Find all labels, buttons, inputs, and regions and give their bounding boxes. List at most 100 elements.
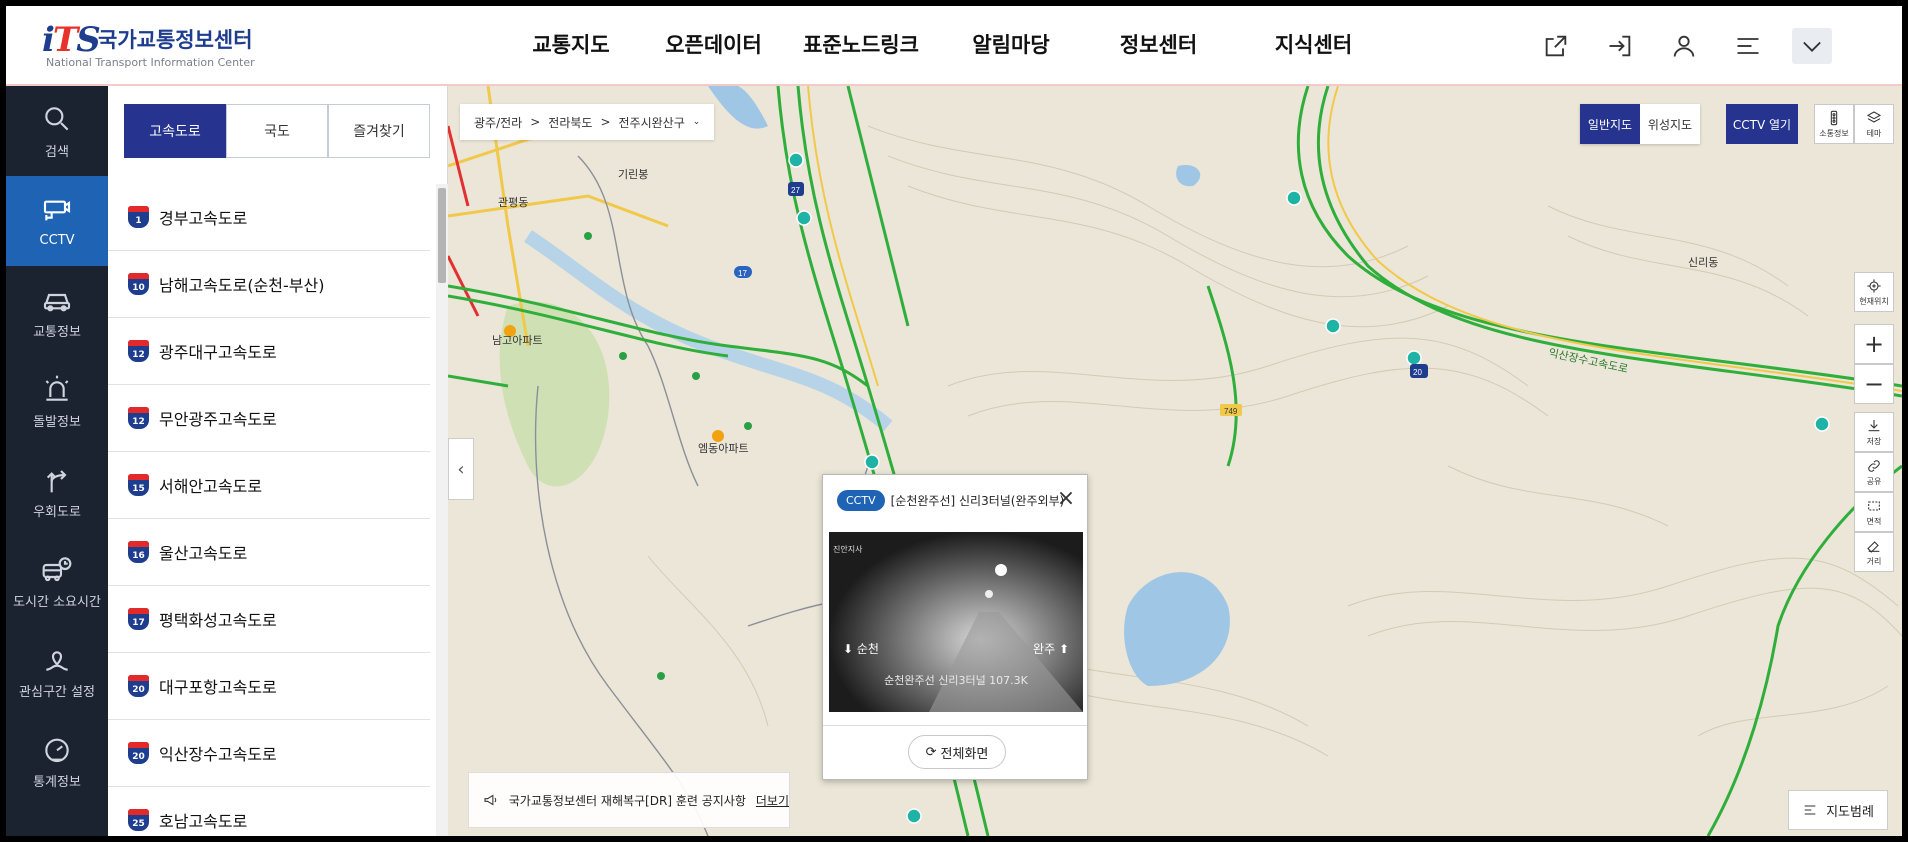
sidebar-item-label: 도시간 소요시간 (13, 594, 101, 610)
tool-label: 저장 (1866, 436, 1882, 446)
route-pin-icon (46, 650, 68, 671)
map-type-satellite[interactable]: 위성지도 (1640, 104, 1700, 144)
gauge-icon (45, 738, 69, 762)
expressway-shield-icon: 20 (128, 742, 149, 764)
current-location-tool[interactable]: 현재위치 (1854, 272, 1894, 312)
zoom-out-button[interactable]: − (1854, 364, 1894, 404)
chevron-down-icon[interactable] (1792, 28, 1832, 64)
list-item[interactable]: 15 서해안고속도로 (108, 452, 430, 519)
tab-national-road[interactable]: 국도 (226, 104, 328, 158)
external-link-icon[interactable] (1536, 28, 1576, 64)
popup-header: CCTV [순천완주선] 신리3터널(완주외부) × (837, 487, 1077, 513)
expressway-shield-icon: 12 (128, 407, 149, 429)
sidebar-item-detour[interactable]: 우회도로 (6, 446, 108, 536)
tool-label: 현재위치 (1859, 296, 1889, 306)
panel-collapse-button[interactable]: ‹ (448, 438, 474, 500)
breadcrumb-item[interactable]: 광주/전라 (474, 114, 522, 131)
sidebar-item-search[interactable]: 검색 (6, 86, 108, 176)
close-icon[interactable]: × (1055, 488, 1077, 511)
road-list-scrollbar[interactable] (436, 184, 448, 836)
list-item[interactable]: 10 남해고속도로(순천-부산) (108, 251, 430, 318)
sidebar-item-label: 관심구간 설정 (19, 684, 95, 700)
map-label: 엠동아파트 (698, 442, 749, 455)
area-tool[interactable]: 면적 (1854, 492, 1894, 532)
map-type-normal[interactable]: 일반지도 (1580, 104, 1640, 144)
sidebar-item-interest-section[interactable]: 관심구간 설정 (6, 626, 108, 716)
map-label: 기린봉 (618, 168, 648, 181)
ruler-icon (1867, 540, 1880, 553)
cctv-open-button[interactable]: CCTV 열기 (1726, 104, 1798, 144)
list-item[interactable]: 12 무안광주고속도로 (108, 385, 430, 452)
list-item[interactable]: 25 호남고속도로 (108, 787, 430, 836)
expressway-shield-icon: 10 (128, 273, 149, 295)
map-label: 20 (1413, 368, 1422, 377)
locate-icon (1867, 278, 1881, 293)
expressway-shield-icon: 16 (128, 541, 149, 563)
nav-notice[interactable]: 알림마당 (941, 6, 1081, 86)
sidebar-item-label: 검색 (45, 144, 69, 160)
expressway-shield-icon: 20 (128, 675, 149, 697)
sidebar-item-intercity-time[interactable]: 도시간 소요시간 (6, 536, 108, 626)
zoom-in-button[interactable]: + (1854, 324, 1894, 364)
fullscreen-button[interactable]: ⟳ 전체화면 (908, 735, 1006, 769)
theme-tool[interactable]: 테마 (1854, 104, 1894, 144)
user-icon[interactable] (1664, 28, 1704, 64)
traffic-info-tool[interactable]: 소통정보 (1814, 104, 1854, 144)
nav-info-center[interactable]: 정보센터 (1081, 6, 1236, 86)
sidebar-item-cctv[interactable]: CCTV (6, 176, 108, 266)
area-icon (1868, 500, 1880, 511)
road-name: 광주대구고속도로 (159, 343, 277, 362)
share-tool[interactable]: 공유 (1854, 452, 1894, 492)
map-canvas[interactable]: 관평동 남고아파트 엠동아파트 기린봉 신리동 749 17 27 20 익산장… (448, 86, 1902, 836)
sidebar-item-label: 통계정보 (33, 774, 81, 790)
nav-traffic-map[interactable]: 교통지도 (496, 6, 646, 86)
main-nav: 교통지도 오픈데이터 표준노드링크 알림마당 정보센터 지식센터 (496, 6, 1391, 86)
video-direction-left: ⬇ 순천 (843, 642, 879, 656)
breadcrumb-item[interactable]: 전라북도 (548, 114, 592, 131)
list-item[interactable]: 1 경부고속도로 (108, 184, 430, 251)
expressway-shield-icon: 17 (128, 608, 149, 630)
list-item[interactable]: 20 익산장수고속도로 (108, 720, 430, 787)
nav-standard-node-link[interactable]: 표준노드링크 (781, 6, 941, 86)
video-direction-right: 완주 ⬆ (1033, 642, 1069, 656)
detour-icon (46, 469, 67, 492)
list-item[interactable]: 17 평택화성고속도로 (108, 586, 430, 653)
road-name: 익산장수고속도로 (159, 745, 277, 764)
road-name: 무안광주고속도로 (159, 410, 277, 429)
chevron-down-icon[interactable]: ⌄ (693, 117, 701, 127)
notice-text: 국가교통정보센터 재해복구[DR] 훈련 공지사항 (508, 793, 746, 808)
sidebar-item-label: 우회도로 (33, 504, 81, 520)
tab-favorites[interactable]: 즐겨찾기 (328, 104, 430, 158)
road-name: 대구포항고속도로 (159, 678, 277, 697)
login-icon[interactable] (1600, 28, 1640, 64)
header-tools (1536, 28, 1832, 64)
cctv-video[interactable]: 진안지사 ⬇ 순천 완주 ⬆ 순천완주선 신리3터널 107.3K (829, 532, 1083, 712)
map-label: 17 (738, 269, 747, 278)
list-item[interactable]: 12 광주대구고속도로 (108, 318, 430, 385)
sidebar-item-traffic-info[interactable]: 교통정보 (6, 266, 108, 356)
notice-more-link[interactable]: 더보기 (756, 792, 789, 809)
road-name: 울산고속도로 (159, 544, 248, 563)
save-tool[interactable]: 저장 (1854, 412, 1894, 452)
logo[interactable]: iTS 국가교통정보센터 National Transport Informat… (42, 20, 262, 72)
list-item[interactable]: 20 대구포항고속도로 (108, 653, 430, 720)
menu-icon[interactable] (1728, 28, 1768, 64)
nav-knowledge-center[interactable]: 지식센터 (1236, 6, 1391, 86)
tab-expressway[interactable]: 고속도로 (124, 104, 226, 158)
list-item[interactable]: 16 울산고속도로 (108, 519, 430, 586)
breadcrumb-item[interactable]: 전주시완산구 (619, 114, 685, 131)
map-view[interactable]: 관평동 남고아파트 엠동아파트 기린봉 신리동 749 17 27 20 익산장… (448, 86, 1902, 836)
layers-icon (1866, 110, 1882, 123)
video-caption: 순천완주선 신리3터널 107.3K (884, 674, 1028, 687)
nav-open-data[interactable]: 오픈데이터 (646, 6, 781, 86)
legend-label: 지도범례 (1826, 804, 1874, 820)
map-legend-button[interactable]: 지도범례 (1788, 790, 1888, 830)
tool-label: 테마 (1866, 128, 1882, 138)
sidebar-item-statistics[interactable]: 통계정보 (6, 716, 108, 806)
sidebar-item-incident[interactable]: 돌발정보 (6, 356, 108, 446)
road-name: 경부고속도로 (159, 209, 248, 228)
distance-tool[interactable]: 거리 (1854, 532, 1894, 572)
car-icon (43, 293, 71, 311)
map-type-toggle: 일반지도 위성지도 (1580, 104, 1700, 144)
scrollbar-thumb[interactable] (438, 188, 446, 283)
